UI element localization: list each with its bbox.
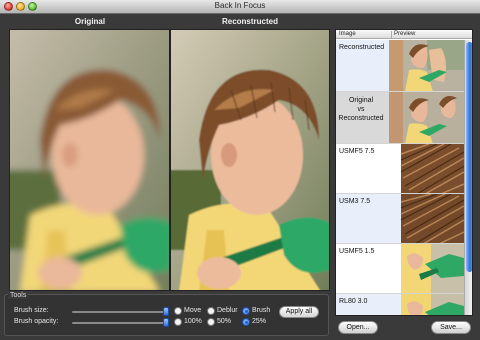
- list-item[interactable]: USMF5 1.5: [336, 244, 464, 294]
- brush-size-label: Brush size:: [14, 307, 49, 314]
- original-image-pane[interactable]: [9, 29, 170, 291]
- mode-move-label: Move: [184, 307, 202, 314]
- brush-size-slider-knob[interactable]: [163, 307, 169, 316]
- thumbnail-usmf5-7-5: [400, 144, 464, 193]
- mode-brush-radio[interactable]: [242, 307, 250, 315]
- brush-opacity-label: Brush opacity:: [14, 318, 59, 325]
- brush-opacity-slider-knob[interactable]: [163, 318, 169, 327]
- reconstructed-photo: [171, 30, 329, 290]
- original-panel-title: Original: [74, 17, 106, 26]
- thumbnail-usm3-7-5: [400, 194, 464, 243]
- list-item[interactable]: USMF5 7.5: [336, 144, 464, 194]
- mode-deblur-radio[interactable]: [207, 307, 215, 315]
- tools-label: Tools: [8, 292, 29, 299]
- original-photo: [10, 30, 169, 290]
- thumbnail-usmf5-1-5: [401, 244, 464, 293]
- opacity-100-label: 100%: [184, 318, 202, 325]
- reconstructed-panel-title: Reconstructed: [221, 17, 278, 26]
- list-item[interactable]: Original vs Reconstructed: [336, 92, 464, 144]
- mode-brush-label: Brush: [252, 307, 271, 314]
- list-item[interactable]: Reconstructed: [336, 40, 464, 92]
- list-item-name: RL80 3.0: [339, 298, 368, 305]
- list-item[interactable]: RL80 3.0: [336, 294, 464, 315]
- list-item-name: USM3 7.5: [339, 198, 371, 205]
- title-bar[interactable]: Back In Focus: [0, 0, 480, 14]
- thumbnail-comparison: [389, 92, 464, 143]
- opacity-50-label: 50%: [217, 318, 232, 325]
- thumbnail-rl80-3-0: [401, 294, 464, 315]
- opacity-25-label: 25%: [252, 318, 267, 325]
- save-button[interactable]: Save...: [431, 321, 471, 334]
- app-window: Back In Focus Original Reconstructed Too…: [0, 0, 480, 340]
- brush-size-slider[interactable]: [72, 311, 168, 313]
- opacity-50-radio[interactable]: [207, 318, 215, 326]
- list-scrollbar-thumb[interactable]: [466, 42, 472, 272]
- column-header-preview[interactable]: Preview: [391, 31, 415, 39]
- list-header: Image Preview: [336, 30, 472, 39]
- open-button[interactable]: Open...: [338, 321, 378, 334]
- apply-all-button[interactable]: Apply all: [279, 306, 319, 318]
- column-header-image[interactable]: Image: [339, 31, 356, 37]
- preview-list[interactable]: Image Preview Reconstructed Original vs …: [335, 29, 473, 316]
- list-scrollbar[interactable]: [464, 40, 472, 315]
- opacity-100-radio[interactable]: [174, 318, 182, 326]
- list-item-name: USMF5 1.5: [339, 248, 375, 255]
- mode-move-radio[interactable]: [174, 307, 182, 315]
- list-item[interactable]: USM3 7.5: [336, 194, 464, 244]
- list-item-name: Reconstructed: [339, 44, 385, 51]
- reconstructed-image-pane[interactable]: [170, 29, 330, 291]
- opacity-25-radio[interactable]: [242, 318, 250, 326]
- brush-opacity-slider[interactable]: [72, 322, 168, 324]
- window-title: Back In Focus: [214, 1, 266, 10]
- list-item-name: USMF5 7.5: [339, 148, 375, 155]
- thumbnail-reconstructed: [389, 40, 464, 91]
- list-item-name: Original vs Reconstructed: [338, 97, 384, 122]
- mode-deblur-label: Deblur: [217, 307, 238, 314]
